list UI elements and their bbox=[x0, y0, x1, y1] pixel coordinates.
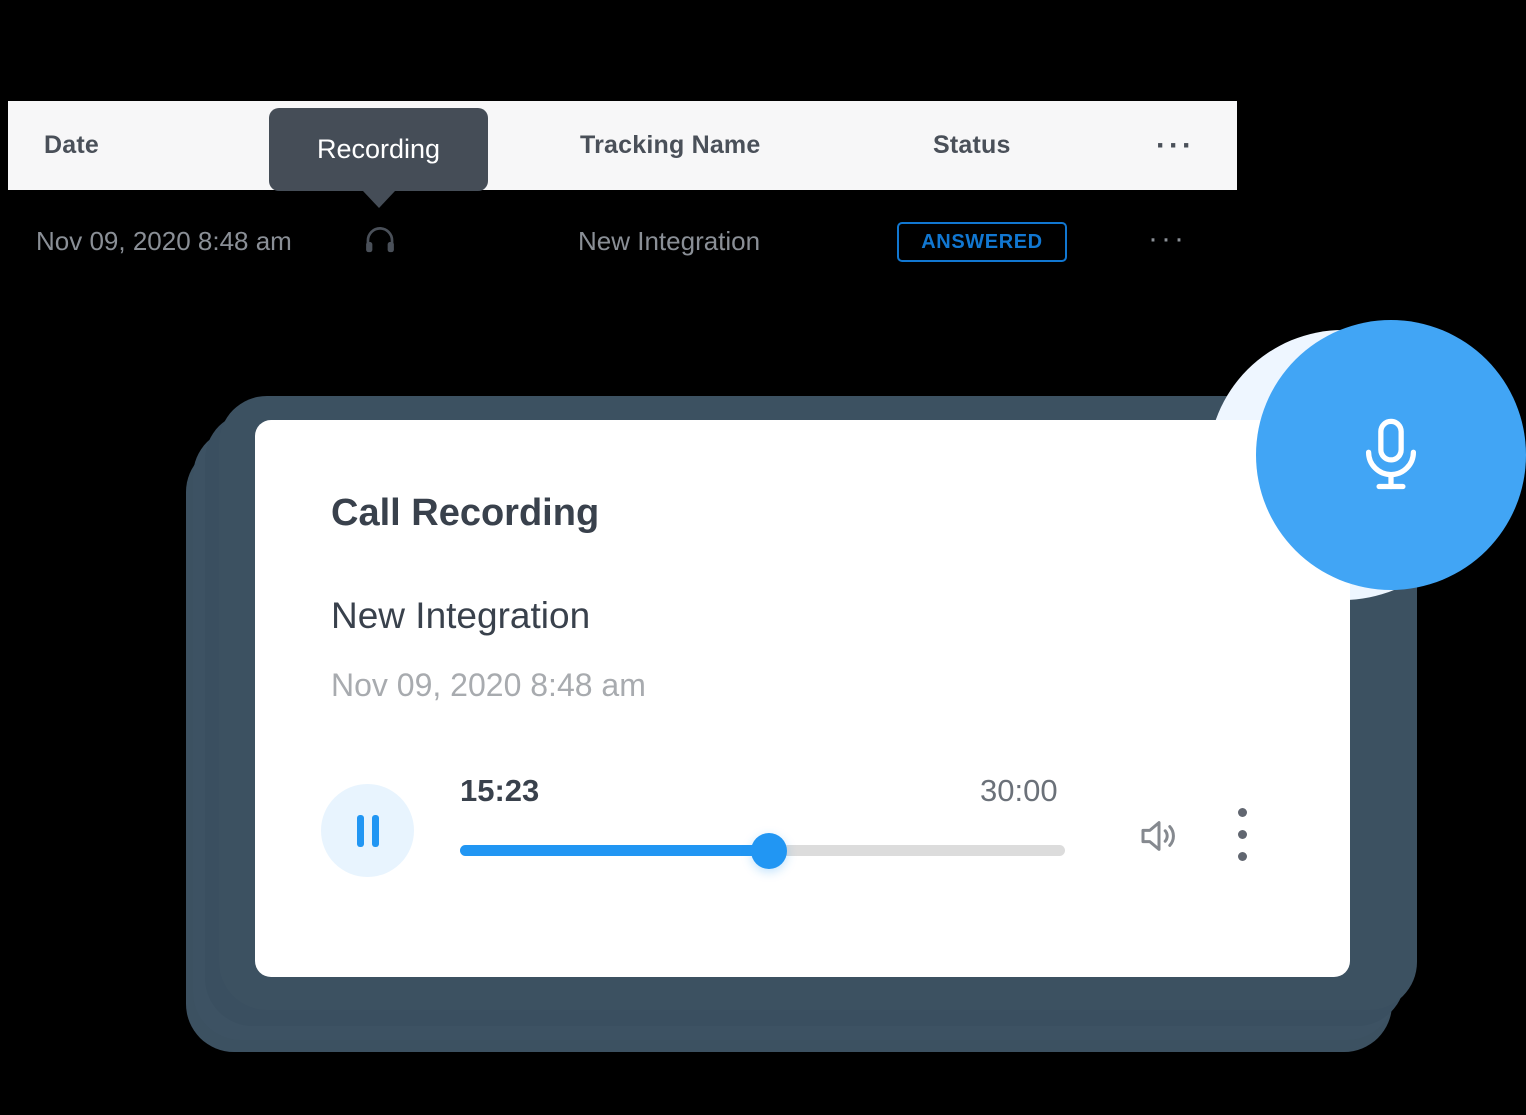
status-badge: ANSWERED bbox=[897, 222, 1067, 262]
total-time-label: 30:00 bbox=[980, 773, 1058, 808]
recording-tooltip: Recording bbox=[269, 108, 488, 208]
column-header-more-icon[interactable]: ··· bbox=[1156, 101, 1195, 190]
card-title: Call Recording bbox=[331, 492, 600, 534]
column-header-date[interactable]: Date bbox=[44, 101, 99, 190]
tooltip-arrow bbox=[362, 191, 395, 208]
card-date: Nov 09, 2020 8:48 am bbox=[331, 667, 646, 703]
table-header: Date Tracking Name Status ··· bbox=[8, 101, 1237, 190]
pause-icon-bar-left bbox=[356, 814, 364, 847]
cell-tracking-name: New Integration bbox=[578, 226, 761, 256]
microphone-icon bbox=[1365, 418, 1417, 490]
volume-up-icon[interactable] bbox=[1133, 812, 1185, 860]
seek-thumb[interactable] bbox=[750, 833, 787, 869]
seek-slider[interactable] bbox=[460, 820, 1065, 880]
seek-fill bbox=[460, 845, 769, 856]
pause-icon-bar-right bbox=[371, 814, 379, 847]
play-pause-button[interactable] bbox=[321, 784, 414, 877]
card-subtitle: New Integration bbox=[331, 595, 591, 636]
kebab-menu-icon[interactable] bbox=[1235, 808, 1249, 870]
microphone-badge[interactable] bbox=[1256, 320, 1526, 590]
column-header-status[interactable]: Status bbox=[933, 101, 1011, 190]
recording-player-illustration: Date Tracking Name Status ··· Recording … bbox=[0, 0, 1526, 1115]
row-more-icon[interactable]: ··· bbox=[1148, 222, 1187, 256]
cell-date: Nov 09, 2020 8:48 am bbox=[36, 226, 292, 256]
kebab-dot-1 bbox=[1237, 808, 1247, 817]
kebab-dot-3 bbox=[1237, 852, 1247, 861]
kebab-dot-2 bbox=[1237, 830, 1247, 839]
call-recording-card: Call Recording New Integration Nov 09, 2… bbox=[255, 420, 1350, 977]
headphones-icon[interactable] bbox=[362, 223, 398, 257]
recording-tooltip-label: Recording bbox=[316, 134, 441, 164]
column-header-tracking-name[interactable]: Tracking Name bbox=[580, 101, 760, 190]
current-time-label: 15:23 bbox=[460, 773, 540, 808]
